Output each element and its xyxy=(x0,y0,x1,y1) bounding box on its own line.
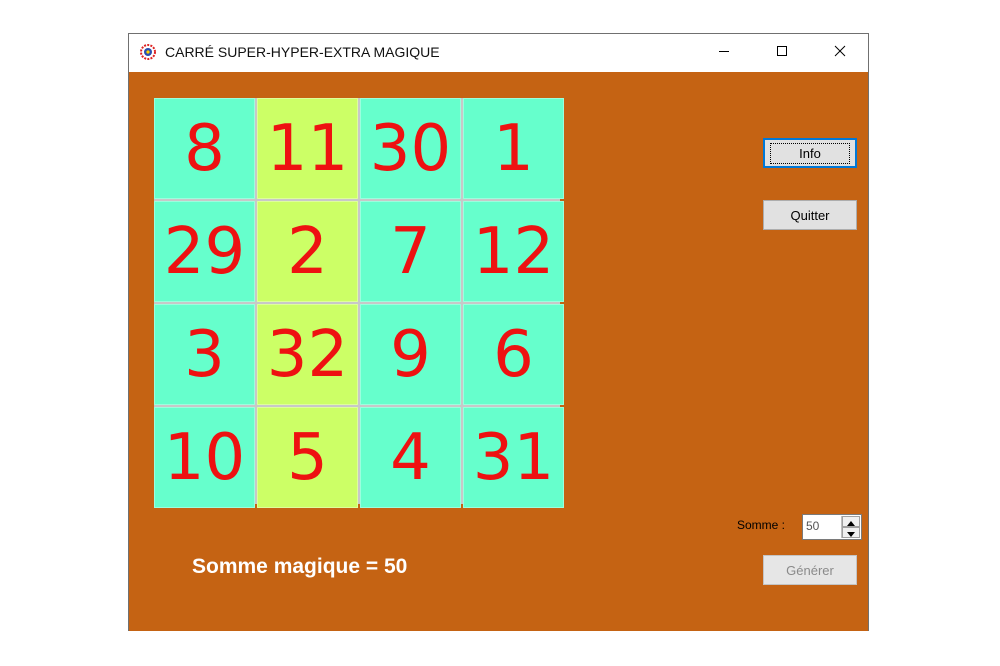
magic-sum-text: Somme magique = 50 xyxy=(192,555,408,578)
grid-cell[interactable]: 7 xyxy=(360,201,461,302)
app-window: CARRÉ SUPER-HYPER-EXTRA MAGIQUE 8 11 30 1 29… xyxy=(128,33,869,631)
grid-cell[interactable]: 4 xyxy=(360,407,461,508)
client-area: 8 11 30 1 29 2 7 12 3 32 9 6 10 5 4 31 Info Quitter Som… xyxy=(129,72,868,631)
maximize-button[interactable] xyxy=(759,34,805,72)
generate-button[interactable]: Générer xyxy=(763,555,857,585)
close-button[interactable] xyxy=(817,34,863,72)
info-button-label: Info xyxy=(770,142,850,164)
spinner-down-button[interactable] xyxy=(842,527,860,538)
maximize-icon xyxy=(776,44,788,62)
grid-cell[interactable]: 10 xyxy=(154,407,255,508)
info-button[interactable]: Info xyxy=(763,138,857,168)
somme-spinner[interactable]: 50 xyxy=(802,514,862,540)
magic-square-grid: 8 11 30 1 29 2 7 12 3 32 9 6 10 5 4 31 xyxy=(154,98,564,508)
grid-cell[interactable]: 3 xyxy=(154,304,255,405)
title-bar[interactable]: CARRÉ SUPER-HYPER-EXTRA MAGIQUE xyxy=(129,34,868,72)
app-logo-icon xyxy=(140,44,156,60)
grid-cell[interactable]: 6 xyxy=(463,304,564,405)
grid-cell[interactable]: 9 xyxy=(360,304,461,405)
grid-cell[interactable]: 5 xyxy=(257,407,358,508)
grid-cell[interactable]: 31 xyxy=(463,407,564,508)
window-title: CARRÉ SUPER-HYPER-EXTRA MAGIQUE xyxy=(165,44,440,60)
spinner-buttons xyxy=(841,516,860,538)
grid-cell[interactable]: 32 xyxy=(257,304,358,405)
somme-label: Somme : xyxy=(737,518,786,532)
grid-cell[interactable]: 30 xyxy=(360,98,461,199)
quit-button[interactable]: Quitter xyxy=(763,200,857,230)
grid-cell[interactable]: 29 xyxy=(154,201,255,302)
arrow-down-icon xyxy=(847,524,855,542)
grid-cell[interactable]: 11 xyxy=(257,98,358,199)
grid-cell[interactable]: 2 xyxy=(257,201,358,302)
somme-input[interactable]: 50 xyxy=(806,519,819,533)
minimize-icon xyxy=(718,44,730,62)
minimize-button[interactable] xyxy=(701,34,747,72)
grid-cell[interactable]: 8 xyxy=(154,98,255,199)
grid-cell[interactable]: 1 xyxy=(463,98,564,199)
grid-cell[interactable]: 12 xyxy=(463,201,564,302)
close-icon xyxy=(834,44,846,62)
